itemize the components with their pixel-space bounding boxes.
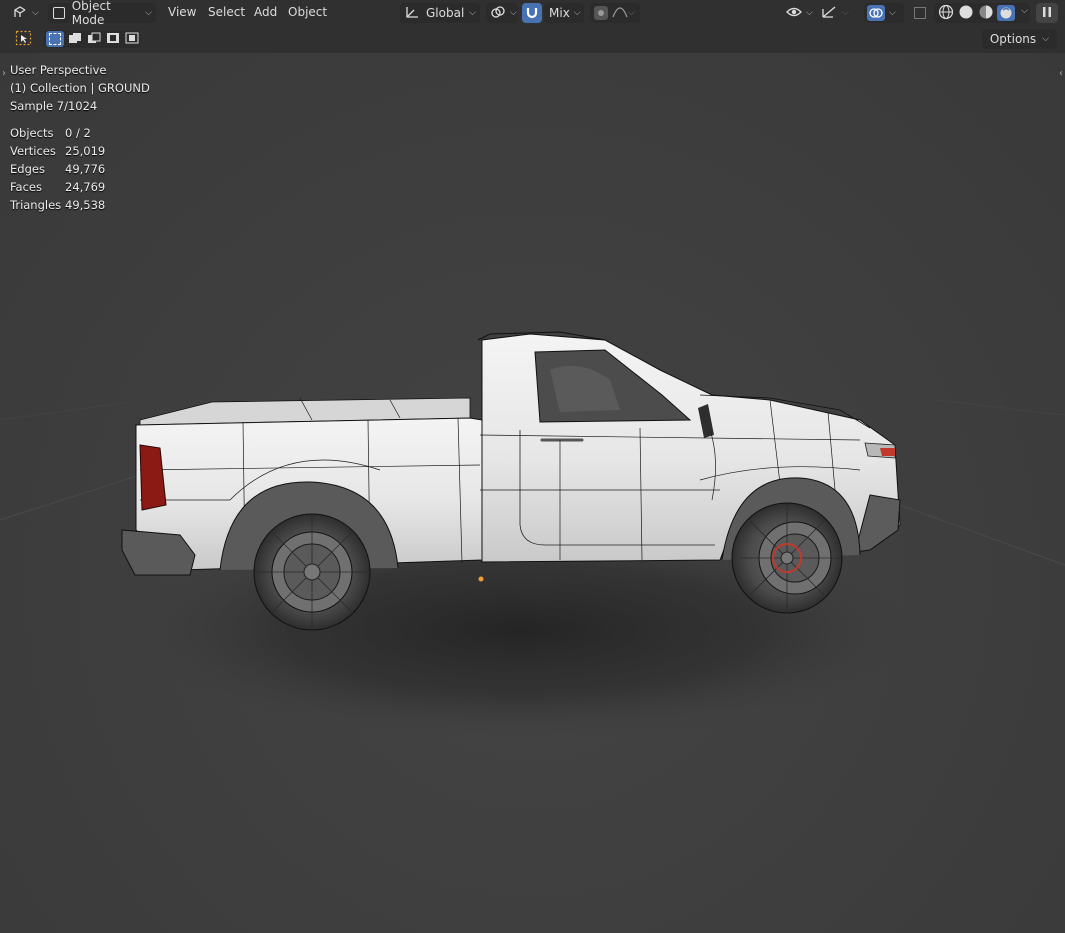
stat-label: Faces bbox=[10, 180, 42, 194]
rendered-shading-icon[interactable] bbox=[997, 5, 1015, 21]
chevron-down-icon: ⌵ bbox=[573, 8, 581, 18]
menu-select[interactable]: Select bbox=[208, 5, 245, 19]
stat-label: Objects bbox=[10, 126, 54, 140]
chevron-down-icon: ⌵ bbox=[145, 8, 152, 18]
overlays-select[interactable]: ⌵ bbox=[864, 3, 904, 23]
chevron-down-icon: ⌵ bbox=[628, 8, 635, 18]
xray-icon bbox=[914, 7, 926, 19]
gizmo-toggle[interactable]: ⌵ bbox=[818, 3, 854, 23]
stat-row-objects: Objects 0 / 2 bbox=[10, 124, 105, 142]
select-box-tool-button[interactable] bbox=[14, 30, 34, 48]
transform-orientation-select[interactable]: Global ⌵ bbox=[400, 3, 480, 23]
stat-value: 0 / 2 bbox=[65, 126, 91, 140]
stat-value: 25,019 bbox=[65, 144, 106, 158]
gizmo-icon bbox=[820, 5, 838, 22]
material-shading-icon[interactable] bbox=[977, 4, 995, 23]
viewport-header: ⌵ Object Mode ⌵ View Select Add Object G… bbox=[0, 0, 1065, 27]
select-invert-icon[interactable] bbox=[105, 31, 121, 48]
options-label: Options bbox=[989, 32, 1037, 46]
viewport-info-overlay: User Perspective (1) Collection | GROUND… bbox=[10, 61, 150, 115]
snap-target-label: Mix bbox=[549, 6, 570, 20]
stat-value: 49,538 bbox=[65, 198, 106, 212]
stat-row-vertices: Vertices 25,019 bbox=[10, 142, 105, 160]
wireframe-shading-icon[interactable] bbox=[937, 4, 955, 23]
xray-toggle[interactable] bbox=[910, 3, 930, 23]
render-sample: Sample 7/1024 bbox=[10, 99, 98, 113]
shading-options-chevron-icon[interactable]: ⌵ bbox=[1021, 6, 1028, 16]
eye-icon bbox=[786, 5, 802, 22]
chevron-down-icon: ⌵ bbox=[32, 8, 39, 18]
falloff-curve-icon bbox=[612, 5, 628, 22]
pause-icon bbox=[1041, 5, 1053, 22]
shading-mode-group bbox=[934, 3, 1030, 23]
front-wheel bbox=[731, 502, 843, 614]
menu-view[interactable]: View bbox=[168, 5, 196, 19]
3d-viewport[interactable] bbox=[0, 53, 1065, 933]
stat-row-edges: Edges 49,776 bbox=[10, 160, 105, 178]
stat-row-faces: Faces 24,769 bbox=[10, 178, 105, 196]
stat-value: 24,769 bbox=[65, 180, 106, 194]
stat-value: 49,776 bbox=[65, 162, 106, 176]
chevron-down-icon: ⌵ bbox=[1042, 34, 1049, 44]
proportional-dot-icon bbox=[594, 6, 608, 20]
select-box-cursor-icon bbox=[15, 30, 33, 49]
select-subtract-icon[interactable] bbox=[86, 31, 102, 48]
collection-name: (1) Collection | GROUND bbox=[10, 81, 150, 95]
snap-toggle[interactable] bbox=[522, 3, 542, 23]
selection-mode-group bbox=[44, 30, 140, 48]
toolbar-expand-arrow-icon[interactable]: › bbox=[2, 68, 6, 79]
stat-label: Triangles bbox=[10, 198, 62, 212]
editor-type-icon bbox=[12, 5, 28, 22]
object-mode-icon bbox=[53, 7, 65, 19]
mode-select[interactable]: Object Mode ⌵ bbox=[48, 0, 156, 27]
mode-label: Object Mode bbox=[71, 0, 111, 27]
object-origin-dot bbox=[478, 576, 484, 582]
chevron-down-icon: ⌵ bbox=[510, 8, 517, 18]
orientation-axes-icon bbox=[404, 5, 420, 22]
options-dropdown[interactable]: Options ⌵ bbox=[981, 29, 1057, 49]
scene-statistics: Objects 0 / 2 Vertices 25,019 Edges 49,776 … bbox=[10, 124, 105, 214]
visibility-select[interactable]: ⌵ bbox=[784, 3, 814, 23]
pivot-link-icon bbox=[490, 5, 506, 22]
snap-target-select[interactable]: Mix ⌵ bbox=[544, 3, 584, 23]
overlays-icon bbox=[867, 5, 885, 21]
select-intersect-icon[interactable] bbox=[124, 31, 140, 48]
magnet-icon bbox=[525, 5, 539, 22]
menu-add[interactable]: Add bbox=[254, 5, 277, 19]
editor-type-button[interactable]: ⌵ bbox=[8, 3, 40, 23]
chevron-down-icon: ⌵ bbox=[806, 8, 813, 18]
scene-render bbox=[0, 331, 1065, 740]
stat-label: Vertices bbox=[10, 144, 56, 158]
view-name: User Perspective bbox=[10, 63, 107, 77]
sidebar-expand-arrow-icon[interactable]: ‹ bbox=[1059, 68, 1063, 79]
stat-row-triangles: Triangles 49,538 bbox=[10, 196, 105, 214]
solid-shading-icon[interactable] bbox=[957, 4, 975, 23]
select-new-icon[interactable] bbox=[46, 31, 64, 47]
chevron-down-icon: ⌵ bbox=[469, 8, 476, 18]
chevron-down-icon: ⌵ bbox=[842, 8, 849, 18]
stat-label: Edges bbox=[10, 162, 45, 176]
pivot-point-select[interactable]: ⌵ bbox=[486, 3, 518, 23]
pause-render-button[interactable] bbox=[1036, 3, 1058, 23]
select-extend-icon[interactable] bbox=[67, 31, 83, 48]
chevron-down-icon: ⌵ bbox=[889, 8, 896, 18]
rear-wheel bbox=[253, 513, 371, 631]
proportional-editing[interactable]: ⌵ bbox=[590, 3, 640, 23]
tool-settings-bar: Options ⌵ bbox=[0, 26, 1065, 54]
menu-object[interactable]: Object bbox=[288, 5, 327, 19]
orientation-label: Global bbox=[426, 6, 465, 20]
